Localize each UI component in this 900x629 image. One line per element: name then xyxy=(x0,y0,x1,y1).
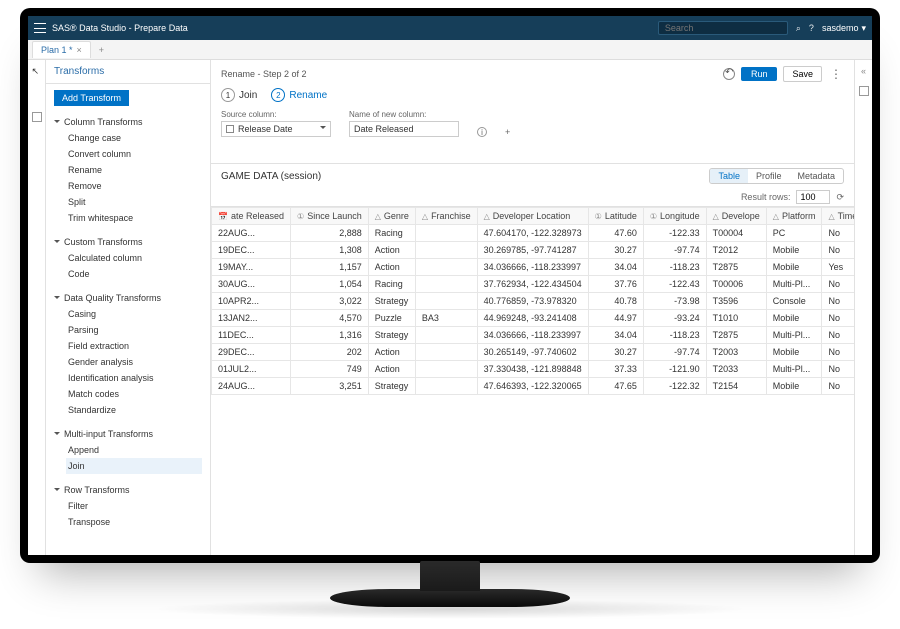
column-header[interactable]: △Developer Location xyxy=(477,208,588,225)
transform-item[interactable]: Join xyxy=(66,458,202,474)
save-button[interactable]: Save xyxy=(783,66,822,82)
column-header[interactable]: ①Since Launch xyxy=(291,208,369,225)
right-gutter: « xyxy=(854,60,872,555)
user-menu[interactable]: sasdemo▾ xyxy=(822,23,866,34)
panel-icon-right[interactable] xyxy=(859,86,869,96)
view-tabs: Table Profile Metadata xyxy=(709,168,844,184)
group-head[interactable]: Custom Transforms xyxy=(54,234,202,250)
search-input[interactable] xyxy=(658,21,788,35)
transform-item[interactable]: Convert column xyxy=(66,146,202,162)
transform-item[interactable]: Field extraction xyxy=(66,338,202,354)
help-icon[interactable]: ? xyxy=(809,23,814,33)
new-column-input[interactable]: Date Released xyxy=(349,121,459,137)
transform-item[interactable]: Standardize xyxy=(66,402,202,418)
transform-item[interactable]: Trim whitespace xyxy=(66,210,202,226)
add-row-icon[interactable]: + xyxy=(505,127,510,137)
transform-item[interactable]: Append xyxy=(66,442,202,458)
column-header[interactable]: △Platform xyxy=(766,208,822,225)
transform-item[interactable]: Match codes xyxy=(66,386,202,402)
add-transform-button[interactable]: Add Transform xyxy=(54,90,129,106)
transform-item[interactable]: Gender analysis xyxy=(66,354,202,370)
column-header[interactable]: ①Longitude xyxy=(643,208,706,225)
step-title: Rename - Step 2 of 2 xyxy=(221,69,307,79)
table-row[interactable]: 19DEC...1,308Action30.269785, -97.741287… xyxy=(212,242,855,259)
tab-table[interactable]: Table xyxy=(710,169,748,183)
top-bar: SAS® Data Studio - Prepare Data ⌕ ? sasd… xyxy=(28,16,872,40)
table-row[interactable]: 10APR2...3,022Strategy40.776859, -73.978… xyxy=(212,293,855,310)
column-header[interactable]: △Franchise xyxy=(415,208,477,225)
table-title: GAME DATA (session) xyxy=(221,171,321,182)
step-join[interactable]: 1Join xyxy=(221,88,257,102)
refresh-icon[interactable]: ⟳ xyxy=(836,192,844,203)
column-header[interactable]: ①Latitude xyxy=(588,208,643,225)
tab-strip: Plan 1 *× + xyxy=(28,40,872,60)
source-column-select[interactable]: Release Date xyxy=(221,121,331,137)
run-button[interactable]: Run xyxy=(741,67,778,81)
column-header[interactable]: 📅ate Released xyxy=(212,208,291,225)
transform-item[interactable]: Split xyxy=(66,194,202,210)
app-title: SAS® Data Studio - Prepare Data xyxy=(52,23,188,33)
date-icon xyxy=(226,125,234,133)
tab-metadata[interactable]: Metadata xyxy=(789,169,843,183)
transform-item[interactable]: Code xyxy=(66,266,202,282)
column-header[interactable]: △Develope xyxy=(706,208,766,225)
transform-item[interactable]: Transpose xyxy=(66,514,202,530)
table-row[interactable]: 13JAN2...4,570PuzzleBA344.969248, -93.24… xyxy=(212,310,855,327)
table-row[interactable]: 24AUG...3,251Strategy47.646393, -122.320… xyxy=(212,378,855,395)
table-row[interactable]: 01JUL2...749Action37.330438, -121.898848… xyxy=(212,361,855,378)
sidebar-title: Transforms xyxy=(46,60,210,84)
undo-icon[interactable] xyxy=(723,68,735,80)
collapse-icon[interactable]: ↖ xyxy=(32,66,42,76)
panel-icon[interactable] xyxy=(32,112,42,122)
collapse-right-icon[interactable]: « xyxy=(861,66,866,76)
close-icon[interactable]: × xyxy=(77,45,82,55)
more-icon[interactable]: ⋮ xyxy=(828,67,844,81)
menu-icon[interactable] xyxy=(34,23,46,33)
new-column-label: Name of new column: xyxy=(349,110,459,119)
transform-item[interactable]: Calculated column xyxy=(66,250,202,266)
table-row[interactable]: 22AUG...2,888Racing47.604170, -122.32897… xyxy=(212,225,855,242)
transform-item[interactable]: Casing xyxy=(66,306,202,322)
data-grid[interactable]: 📅ate Released①Since Launch△Genre△Franchi… xyxy=(211,206,854,555)
search-icon[interactable]: ⌕ xyxy=(796,23,801,34)
chevron-down-icon xyxy=(320,126,326,132)
table-row[interactable]: 30AUG...1,054Racing37.762934, -122.43450… xyxy=(212,276,855,293)
tab-plan1[interactable]: Plan 1 *× xyxy=(32,41,91,58)
table-row[interactable]: 29DEC...202Action30.265149, -97.74060230… xyxy=(212,344,855,361)
add-tab-button[interactable]: + xyxy=(95,45,108,55)
result-rows-label: Result rows: xyxy=(741,192,791,202)
result-rows-input[interactable] xyxy=(796,190,830,204)
transforms-sidebar: Transforms Add Transform Column Transfor… xyxy=(46,60,211,555)
transform-item[interactable]: Change case xyxy=(66,130,202,146)
group-head[interactable]: Column Transforms xyxy=(54,114,202,130)
column-header[interactable]: △Genre xyxy=(368,208,415,225)
transform-item[interactable]: Identification analysis xyxy=(66,370,202,386)
table-row[interactable]: 11DEC...1,316Strategy34.036666, -118.233… xyxy=(212,327,855,344)
main-panel: Rename - Step 2 of 2 Run Save ⋮ 1Join 2R… xyxy=(211,60,854,555)
source-column-label: Source column: xyxy=(221,110,331,119)
step-rename[interactable]: 2Rename xyxy=(271,88,327,102)
group-head[interactable]: Multi-input Transforms xyxy=(54,426,202,442)
step-indicator: 1Join 2Rename xyxy=(221,86,844,110)
left-gutter: ↖ xyxy=(28,60,46,555)
column-header[interactable]: △Timed Pla xyxy=(822,208,854,225)
transform-item[interactable]: Rename xyxy=(66,162,202,178)
tab-profile[interactable]: Profile xyxy=(748,169,790,183)
transform-item[interactable]: Remove xyxy=(66,178,202,194)
group-head[interactable]: Row Transforms xyxy=(54,482,202,498)
transform-item[interactable]: Parsing xyxy=(66,322,202,338)
table-row[interactable]: 19MAY...1,157Action34.036666, -118.23399… xyxy=(212,259,855,276)
transform-item[interactable]: Filter xyxy=(66,498,202,514)
group-head[interactable]: Data Quality Transforms xyxy=(54,290,202,306)
info-icon[interactable]: i xyxy=(477,127,487,137)
